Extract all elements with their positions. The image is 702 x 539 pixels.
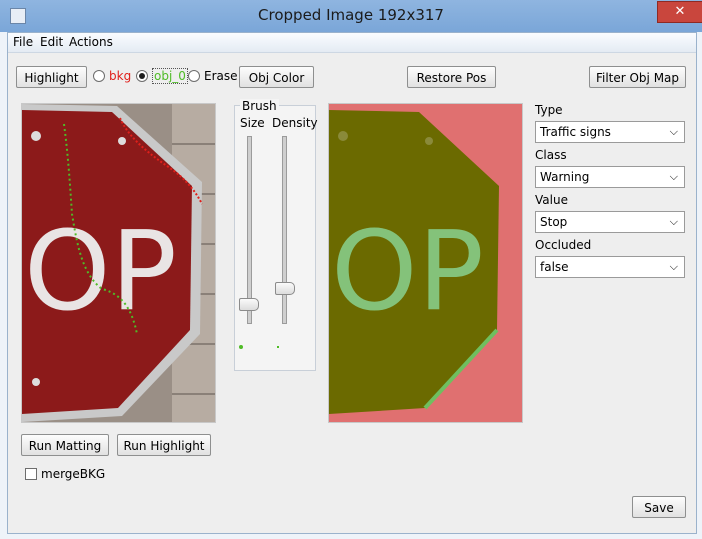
client-area: File Edit Actions Highlight bkg obj_0 Er… bbox=[7, 32, 697, 534]
menu-bar: File Edit Actions bbox=[8, 33, 696, 53]
radio-obj[interactable] bbox=[136, 70, 148, 82]
menu-actions[interactable]: Actions bbox=[69, 35, 113, 49]
density-slider-track[interactable] bbox=[282, 136, 287, 324]
brush-preview-size bbox=[239, 345, 243, 349]
run-highlight-button[interactable]: Run Highlight bbox=[117, 434, 211, 456]
occluded-select-value: false bbox=[540, 260, 569, 274]
run-matting-button[interactable]: Run Matting bbox=[21, 434, 109, 456]
type-select[interactable]: Traffic signs ⌵ bbox=[535, 121, 685, 143]
class-select-value: Warning bbox=[540, 170, 590, 184]
value-select-value: Stop bbox=[540, 215, 568, 229]
app-window: Cropped Image 192x317 ✕ File Edit Action… bbox=[0, 0, 702, 539]
size-slider-thumb[interactable] bbox=[239, 298, 259, 311]
size-slider-track[interactable] bbox=[247, 136, 252, 324]
density-label: Density bbox=[272, 116, 318, 130]
window-title: Cropped Image 192x317 bbox=[258, 6, 444, 24]
brush-preview-density bbox=[277, 346, 279, 348]
merge-bkg-label: mergeBKG bbox=[41, 467, 106, 481]
radio-bkg[interactable] bbox=[93, 70, 105, 82]
source-image-canvas[interactable]: OP bbox=[21, 103, 216, 423]
source-image: OP bbox=[22, 104, 215, 422]
radio-erase[interactable] bbox=[188, 70, 200, 82]
overlay-image: OP bbox=[329, 104, 522, 422]
value-label: Value bbox=[535, 193, 568, 207]
save-button[interactable]: Save bbox=[632, 496, 686, 518]
chevron-down-icon: ⌵ bbox=[669, 215, 678, 228]
class-select[interactable]: Warning ⌵ bbox=[535, 166, 685, 188]
class-label: Class bbox=[535, 148, 567, 162]
highlight-button[interactable]: Highlight bbox=[16, 66, 87, 88]
overlay-sign-text: OP bbox=[331, 207, 484, 335]
radio-obj-label: obj_0 bbox=[152, 68, 188, 84]
sign-text: OP bbox=[24, 207, 177, 335]
chevron-down-icon: ⌵ bbox=[669, 260, 678, 273]
obj-color-button[interactable]: Obj Color bbox=[239, 66, 314, 88]
type-select-value: Traffic signs bbox=[540, 125, 611, 139]
menu-file[interactable]: File bbox=[13, 35, 33, 49]
occluded-select[interactable]: false ⌵ bbox=[535, 256, 685, 278]
radio-bkg-label: bkg bbox=[109, 69, 132, 83]
menu-edit[interactable]: Edit bbox=[40, 35, 63, 49]
type-label: Type bbox=[535, 103, 563, 117]
close-icon[interactable]: ✕ bbox=[657, 1, 702, 23]
density-slider-thumb[interactable] bbox=[275, 282, 295, 295]
filter-obj-map-button[interactable]: Filter Obj Map bbox=[589, 66, 686, 88]
radio-erase-label: Erase bbox=[204, 69, 238, 83]
brush-panel: Brush Size Density bbox=[234, 99, 318, 371]
merge-bkg-checkbox[interactable] bbox=[25, 468, 37, 480]
restore-pos-button[interactable]: Restore Pos bbox=[407, 66, 496, 88]
overlay-image-canvas[interactable]: OP bbox=[328, 103, 523, 423]
value-select[interactable]: Stop ⌵ bbox=[535, 211, 685, 233]
chevron-down-icon: ⌵ bbox=[669, 125, 678, 138]
size-label: Size bbox=[240, 116, 265, 130]
title-bar[interactable]: Cropped Image 192x317 ✕ bbox=[0, 0, 702, 32]
chevron-down-icon: ⌵ bbox=[669, 170, 678, 183]
occluded-label: Occluded bbox=[535, 238, 592, 252]
brush-title: Brush bbox=[240, 99, 279, 113]
